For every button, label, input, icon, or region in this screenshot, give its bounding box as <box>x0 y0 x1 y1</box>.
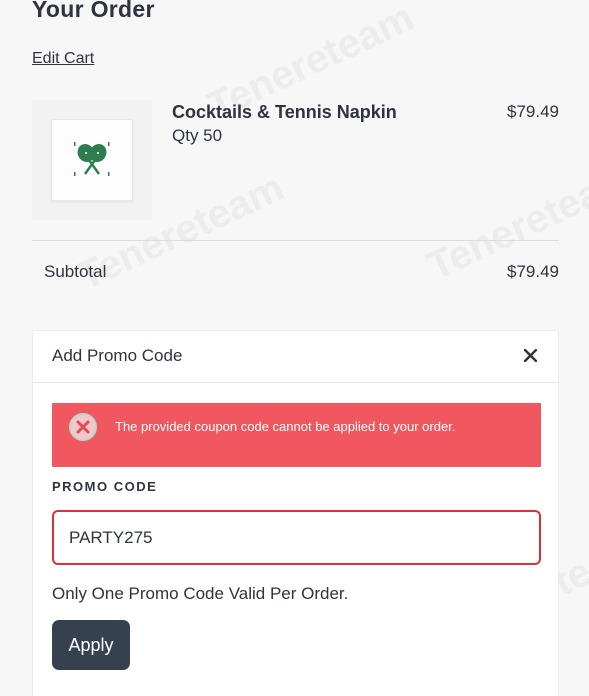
subtotal-label: Subtotal <box>44 262 107 281</box>
promo-panel-header: Add Promo Code <box>33 331 558 383</box>
subtotal-value: $79.49 <box>507 262 559 281</box>
watermark: Tenereteam <box>420 155 589 289</box>
error-message: The provided coupon code cannot be appli… <box>115 419 456 434</box>
promo-code-input[interactable] <box>52 510 541 565</box>
page-title: Your Order <box>32 0 155 22</box>
promo-note: Only One Promo Code Valid Per Order. <box>52 584 349 603</box>
product-quantity: Qty 50 <box>172 126 223 145</box>
error-alert: The provided coupon code cannot be appli… <box>52 403 541 467</box>
promo-code-panel: Add Promo Code The provided coupon code … <box>32 330 559 696</box>
product-thumbnail <box>32 100 152 220</box>
apply-button[interactable]: Apply <box>52 620 130 670</box>
error-icon <box>69 413 97 441</box>
close-icon <box>523 348 537 362</box>
promo-code-label: PROMO CODE <box>52 479 158 494</box>
close-promo-button[interactable] <box>520 345 540 365</box>
tennis-racket-napkin-icon <box>74 142 110 176</box>
napkin-image <box>51 119 133 201</box>
edit-cart-link[interactable]: Edit Cart <box>32 50 94 68</box>
product-price: $79.49 <box>507 102 559 121</box>
product-name: Cocktails & Tennis Napkin <box>172 102 397 122</box>
divider <box>32 240 559 241</box>
promo-panel-title: Add Promo Code <box>52 346 183 365</box>
